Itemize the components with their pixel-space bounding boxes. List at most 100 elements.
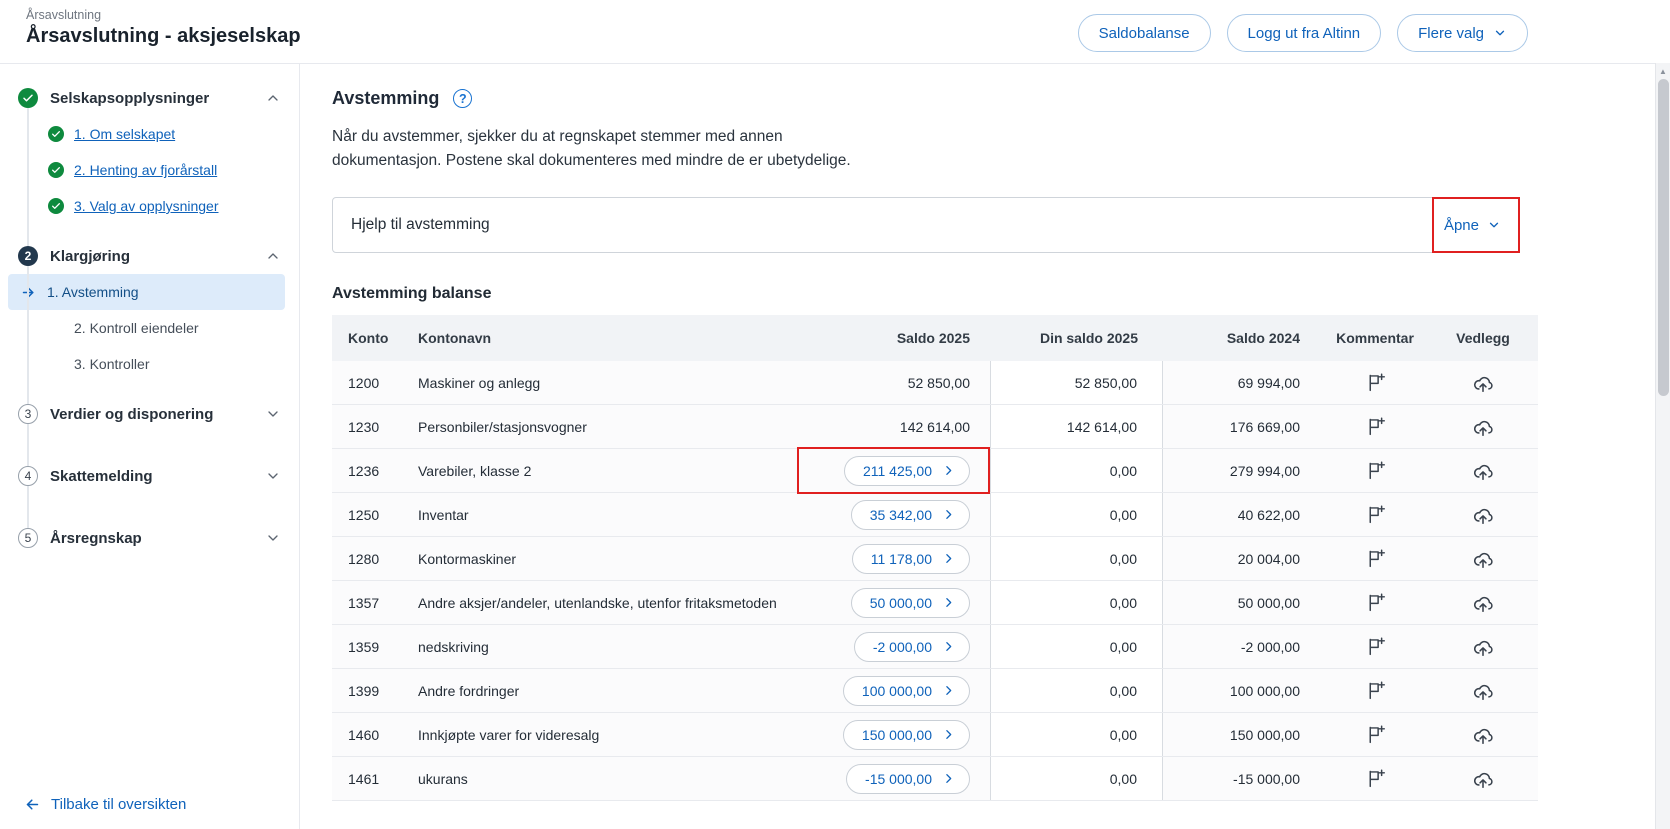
din-saldo-value: 52 850,00 — [1075, 375, 1137, 391]
section-header-selskapsopplysninger[interactable]: Selskapsopplysninger — [0, 80, 299, 116]
add-comment-flag-button[interactable] — [1361, 720, 1390, 749]
saldo-2025-pill-value: 35 342,00 — [870, 507, 932, 523]
din-saldo-field[interactable]: 0,00 — [990, 757, 1163, 800]
add-comment-flag-button[interactable] — [1361, 764, 1390, 793]
cell-saldo-2024: 176 669,00 — [1163, 419, 1322, 435]
saldo-2025-pill-button[interactable]: 50 000,00 — [851, 588, 970, 618]
saldo-2025-pill-button[interactable]: -15 000,00 — [846, 764, 970, 794]
cloud-upload-icon — [1472, 592, 1494, 614]
cell-vedlegg — [1428, 764, 1538, 794]
saldobalanse-button[interactable]: Saldobalanse — [1078, 14, 1211, 52]
logout-altinn-button[interactable]: Logg ut fra Altinn — [1227, 14, 1382, 52]
cloud-upload-icon — [1472, 460, 1494, 482]
cell-kontonavn: Inventar — [418, 507, 795, 523]
flag-plus-icon — [1365, 372, 1386, 393]
sidebar-item-label[interactable]: 1. Om selskapet — [74, 126, 175, 142]
cell-kontonavn: ukurans — [418, 771, 795, 787]
cloud-upload-icon — [1472, 504, 1494, 526]
din-saldo-field[interactable]: 142 614,00 — [990, 405, 1163, 448]
section-label: Selskapsopplysninger — [50, 90, 253, 107]
cloud-upload-icon — [1472, 680, 1494, 702]
back-to-overview-link[interactable]: Tilbake til oversikten — [24, 796, 186, 813]
upload-attachment-button[interactable] — [1468, 720, 1498, 750]
add-comment-flag-button[interactable] — [1361, 676, 1390, 705]
saldo-2025-pill-button[interactable]: 100 000,00 — [843, 676, 970, 706]
add-comment-flag-button[interactable] — [1361, 456, 1390, 485]
din-saldo-field[interactable]: 0,00 — [990, 581, 1163, 624]
table-row: 1461 ukurans -15 000,00 0,00 -15 000,00 — [332, 757, 1538, 801]
cell-konto: 1200 — [332, 375, 418, 391]
page-title: Årsavslutning - aksjeselskap — [26, 25, 301, 48]
din-saldo-field[interactable]: 0,00 — [990, 625, 1163, 668]
add-comment-flag-button[interactable] — [1361, 632, 1390, 661]
saldo-2025-pill-button[interactable]: 35 342,00 — [851, 500, 970, 530]
upload-attachment-button[interactable] — [1468, 500, 1498, 530]
section-header-verdier-og-disponering[interactable]: 3 Verdier og disponering — [0, 396, 299, 432]
upload-attachment-button[interactable] — [1468, 544, 1498, 574]
cell-konto: 1359 — [332, 639, 418, 655]
add-comment-flag-button[interactable] — [1361, 368, 1390, 397]
help-question-icon[interactable]: ? — [453, 89, 472, 108]
saldo-2025-text: 52 850,00 — [908, 375, 970, 391]
upload-attachment-button[interactable] — [1468, 764, 1498, 794]
din-saldo-field[interactable]: 0,00 — [990, 713, 1163, 756]
more-options-button-label: Flere valg — [1418, 25, 1484, 42]
chevron-down-icon — [265, 468, 281, 484]
sidebar-item-label[interactable]: 3. Valg av opplysninger — [74, 198, 219, 214]
table-row: 1250 Inventar 35 342,00 0,00 40 622,00 — [332, 493, 1538, 537]
section-header-arsregnskap[interactable]: 5 Årsregnskap — [0, 520, 299, 556]
upload-attachment-button[interactable] — [1468, 456, 1498, 486]
saldo-2025-pill-button[interactable]: 150 000,00 — [843, 720, 970, 750]
sidebar-item-valg-av-opplysninger[interactable]: 3. Valg av opplysninger — [0, 188, 299, 224]
cell-kommentar — [1322, 588, 1428, 617]
din-saldo-field[interactable]: 0,00 — [990, 669, 1163, 712]
cell-saldo-2025: -2 000,00 — [795, 625, 990, 668]
cell-kommentar — [1322, 368, 1428, 397]
add-comment-flag-button[interactable] — [1361, 588, 1390, 617]
cell-vedlegg — [1428, 544, 1538, 574]
column-header-saldo-2025: Saldo 2025 — [795, 330, 990, 346]
upload-attachment-button[interactable] — [1468, 368, 1498, 398]
din-saldo-value: 0,00 — [1110, 683, 1137, 699]
add-comment-flag-button[interactable] — [1361, 412, 1390, 441]
description-text: Når du avstemmer, sjekker du at regnskap… — [332, 125, 1670, 173]
section-header-skattemelding[interactable]: 4 Skattemelding — [0, 458, 299, 494]
din-saldo-field[interactable]: 0,00 — [990, 493, 1163, 536]
upload-attachment-button[interactable] — [1468, 676, 1498, 706]
upload-attachment-button[interactable] — [1468, 632, 1498, 662]
help-accordion-panel[interactable]: Hjelp til avstemming Åpne — [332, 197, 1520, 253]
add-comment-flag-button[interactable] — [1361, 544, 1390, 573]
cell-konto: 1461 — [332, 771, 418, 787]
scrollbar-up-arrow-icon[interactable]: ▲ — [1656, 63, 1670, 79]
cell-saldo-2025: 52 850,00 — [795, 361, 990, 404]
saldobalanse-button-label: Saldobalanse — [1099, 25, 1190, 42]
check-circle-icon — [48, 126, 64, 142]
vertical-scrollbar[interactable]: ▲ — [1655, 63, 1670, 829]
step-number-circle: 4 — [18, 466, 38, 486]
cell-kontonavn: nedskriving — [418, 639, 795, 655]
saldo-2025-pill-button[interactable]: 11 178,00 — [852, 544, 970, 574]
upload-attachment-button[interactable] — [1468, 588, 1498, 618]
saldo-2025-pill-button[interactable]: -2 000,00 — [854, 632, 970, 662]
din-saldo-field[interactable]: 0,00 — [990, 449, 1163, 492]
open-help-button[interactable]: Åpne — [1444, 217, 1501, 234]
sidebar-item-henting-av-fjorarstall[interactable]: 2. Henting av fjorårstall — [0, 152, 299, 188]
chevron-right-icon — [942, 596, 955, 609]
sidebar-item-kontroll-eiendeler[interactable]: 2. Kontroll eiendeler — [0, 310, 299, 346]
saldo-2025-pill-button[interactable]: 211 425,00 — [844, 456, 970, 486]
sidebar-item-kontroller[interactable]: 3. Kontroller — [0, 346, 299, 382]
upload-attachment-button[interactable] — [1468, 412, 1498, 442]
add-comment-flag-button[interactable] — [1361, 500, 1390, 529]
cell-kontonavn: Kontormaskiner — [418, 551, 795, 567]
chevron-up-icon — [265, 248, 281, 264]
din-saldo-field[interactable]: 0,00 — [990, 537, 1163, 580]
cell-kommentar — [1322, 764, 1428, 793]
scrollbar-thumb[interactable] — [1658, 79, 1669, 396]
din-saldo-field[interactable]: 52 850,00 — [990, 361, 1163, 404]
sidebar-item-label[interactable]: 2. Henting av fjorårstall — [74, 162, 217, 178]
sidebar-item-avstemming-active[interactable]: 1. Avstemming — [8, 274, 285, 310]
sidebar-item-om-selskapet[interactable]: 1. Om selskapet — [0, 116, 299, 152]
reconciliation-table: Konto Kontonavn Saldo 2025 Din saldo 202… — [332, 315, 1538, 801]
section-header-klargjoring[interactable]: 2 Klargjøring — [0, 238, 299, 274]
more-options-button[interactable]: Flere valg — [1397, 14, 1528, 52]
